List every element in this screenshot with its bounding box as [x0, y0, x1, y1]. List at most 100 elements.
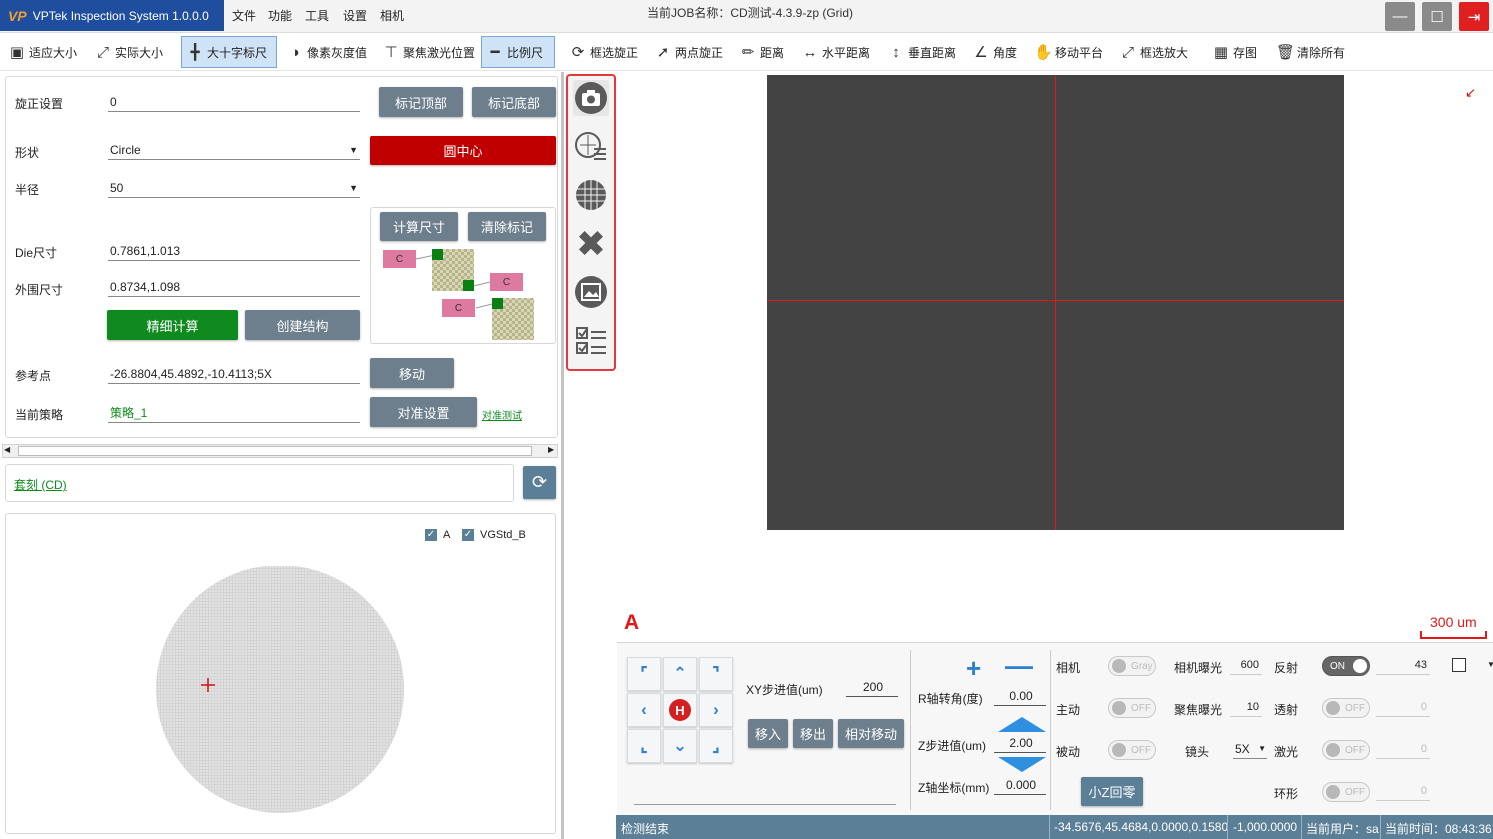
legend-vgstd-b[interactable]: ✓ VGStd_B — [462, 529, 526, 541]
move-button[interactable]: 移动 — [370, 358, 454, 388]
rotate-label: 旋正设置 — [15, 97, 64, 111]
home-button[interactable]: H — [663, 693, 697, 727]
menu-tools[interactable]: 工具 — [299, 5, 335, 27]
scroll-left-icon[interactable]: ◀ — [4, 445, 10, 454]
minus-icon[interactable]: — — [1005, 650, 1033, 682]
die-size-value[interactable]: 0.7861,1.013 — [108, 241, 360, 261]
outer-size-value[interactable]: 0.8734,1.098 — [108, 277, 360, 297]
transmit-toggle[interactable]: OFF — [1322, 698, 1370, 718]
camera-gray-toggle[interactable]: Gray — [1108, 656, 1156, 676]
move-out-button[interactable]: 移出 — [793, 719, 833, 748]
scroll-right-icon[interactable]: ▶ — [548, 445, 554, 454]
recipe-panel — [5, 464, 514, 502]
strategy-value[interactable]: 策略_1 — [108, 403, 360, 423]
move-left-button[interactable]: ‹ — [627, 693, 661, 727]
laser-value[interactable]: 0 — [1376, 739, 1430, 759]
fine-calc-button[interactable]: 精细计算 — [107, 310, 238, 340]
menu-settings[interactable]: 设置 — [337, 5, 373, 27]
menu-function[interactable]: 功能 — [262, 5, 298, 27]
dropdown-arrow-icon[interactable]: ▼ — [1487, 660, 1493, 669]
move-down-left-button[interactable]: ⌞ — [627, 729, 661, 763]
mark-bottom-button[interactable]: 标记底部 — [472, 87, 556, 117]
passive-toggle[interactable]: OFF — [1108, 740, 1156, 760]
z-up-arrow-icon[interactable] — [998, 717, 1046, 732]
box-rotate-button[interactable]: ⟳ 框选旋正 — [565, 36, 642, 68]
create-structure-button[interactable]: 创建结构 — [245, 310, 360, 340]
wafer-circle[interactable] — [155, 566, 405, 816]
stage-input-line[interactable] — [634, 804, 896, 805]
radius-select[interactable]: 50 ▼ — [108, 178, 360, 198]
horizontal-distance-button[interactable]: ↔ 水平距离 — [797, 36, 874, 68]
checkbox-checked-icon[interactable]: ✓ — [462, 529, 474, 541]
reflect-checkbox[interactable] — [1452, 658, 1466, 672]
reflect-toggle[interactable]: ON — [1322, 656, 1370, 676]
measure-tools-icon[interactable] — [573, 225, 609, 261]
box-zoom-button[interactable]: ⤢ 框选放大 — [1115, 36, 1192, 68]
crosshair-ruler-button[interactable]: ╋ 大十字标尺 — [181, 36, 277, 68]
panel-splitter[interactable] — [561, 72, 564, 839]
focus-laser-button[interactable]: ⊤ 聚焦激光位置 — [378, 36, 479, 68]
distance-button[interactable]: ✏ 距离 — [735, 36, 788, 68]
ring-toggle[interactable]: OFF — [1322, 782, 1370, 802]
move-down-button[interactable]: ⌄ — [663, 729, 697, 763]
calc-size-button[interactable]: 计算尺寸 — [380, 212, 458, 241]
move-in-button[interactable]: 移入 — [748, 719, 788, 748]
circle-center-button[interactable]: 圆中心 — [370, 136, 556, 165]
align-settings-button[interactable]: 对准设置 — [370, 397, 477, 427]
exposure-input[interactable]: 600 — [1230, 655, 1262, 675]
move-stage-button[interactable]: ✋ 移动平台 — [1030, 36, 1107, 68]
ring-value[interactable]: 0 — [1376, 781, 1430, 801]
xy-step-input[interactable]: 200 — [846, 677, 898, 697]
scale-bar-button[interactable]: ━ 比例尺 — [481, 36, 555, 68]
plus-icon[interactable]: + — [966, 653, 981, 684]
menu-camera[interactable]: 相机 — [374, 5, 410, 27]
z-down-arrow-icon[interactable] — [998, 757, 1046, 772]
scroll-thumb[interactable] — [18, 446, 532, 456]
checkbox-checked-icon[interactable]: ✓ — [425, 529, 437, 541]
exit-icon: ⇥ — [1467, 8, 1481, 26]
relative-move-button[interactable]: 相对移动 — [838, 719, 904, 748]
move-up-button[interactable]: ⌃ — [663, 657, 697, 691]
exit-button[interactable]: ⇥ — [1459, 2, 1489, 31]
reference-point-value[interactable]: -26.8804,45.4892,-10.4113;5X — [108, 364, 360, 384]
lens-select[interactable]: 5X ▼ — [1233, 739, 1267, 759]
recipe-link[interactable]: 套刻 (CD) — [14, 476, 67, 493]
maximize-button[interactable]: ☐ — [1422, 2, 1452, 31]
image-frame-icon[interactable] — [573, 274, 609, 310]
shape-select[interactable]: Circle ▼ — [108, 140, 360, 160]
menu-file[interactable]: 文件 — [226, 5, 262, 27]
r-axis-input[interactable]: 0.00 — [994, 686, 1046, 706]
save-image-button[interactable]: ▦ 存图 — [1208, 36, 1261, 68]
vertical-distance-button[interactable]: ↕ 垂直距离 — [883, 36, 960, 68]
transmit-value[interactable]: 0 — [1376, 697, 1430, 717]
align-test-link[interactable]: 对准测试 — [482, 407, 522, 422]
small-z-home-button[interactable]: 小Z回零 — [1081, 777, 1143, 806]
wafer-grid-icon[interactable] — [573, 177, 609, 213]
minimize-button[interactable]: — — [1385, 2, 1415, 31]
collapse-icon[interactable]: ↙ — [1465, 85, 1476, 101]
z-coord-input[interactable]: 0.000 — [994, 775, 1046, 795]
clear-marks-button[interactable]: 清除标记 — [468, 212, 546, 241]
rotate-input[interactable]: 0 — [108, 92, 360, 112]
reflect-value[interactable]: 43 — [1376, 655, 1430, 675]
camera-icon[interactable] — [573, 80, 609, 116]
move-right-button[interactable]: › — [699, 693, 733, 727]
move-up-left-button[interactable]: ⌜ — [627, 657, 661, 691]
legend-a[interactable]: ✓ A — [425, 529, 450, 541]
checklist-icon[interactable] — [573, 323, 609, 359]
laser-toggle[interactable]: OFF — [1322, 740, 1370, 760]
fit-size-button[interactable]: ▣ 适应大小 — [4, 36, 81, 68]
move-up-right-button[interactable]: ⌝ — [699, 657, 733, 691]
angle-button[interactable]: ∠ 角度 — [968, 36, 1021, 68]
two-point-rotate-button[interactable]: ➚ 两点旋正 — [650, 36, 727, 68]
pixel-gray-button[interactable]: ◑ 像素灰度值 — [282, 36, 371, 68]
wafer-list-icon[interactable] — [573, 129, 609, 165]
actual-size-button[interactable]: ⤢ 实际大小 — [90, 36, 167, 68]
clear-all-button[interactable]: 🗑 清除所有 — [1272, 36, 1349, 68]
mark-top-button[interactable]: 标记顶部 — [379, 87, 463, 117]
z-step-input[interactable]: 2.00 — [994, 733, 1046, 753]
refresh-button[interactable]: ⟳ — [523, 466, 556, 499]
active-toggle[interactable]: OFF — [1108, 698, 1156, 718]
move-down-right-button[interactable]: ⌟ — [699, 729, 733, 763]
focus-exposure-input[interactable]: 10 — [1230, 697, 1262, 717]
